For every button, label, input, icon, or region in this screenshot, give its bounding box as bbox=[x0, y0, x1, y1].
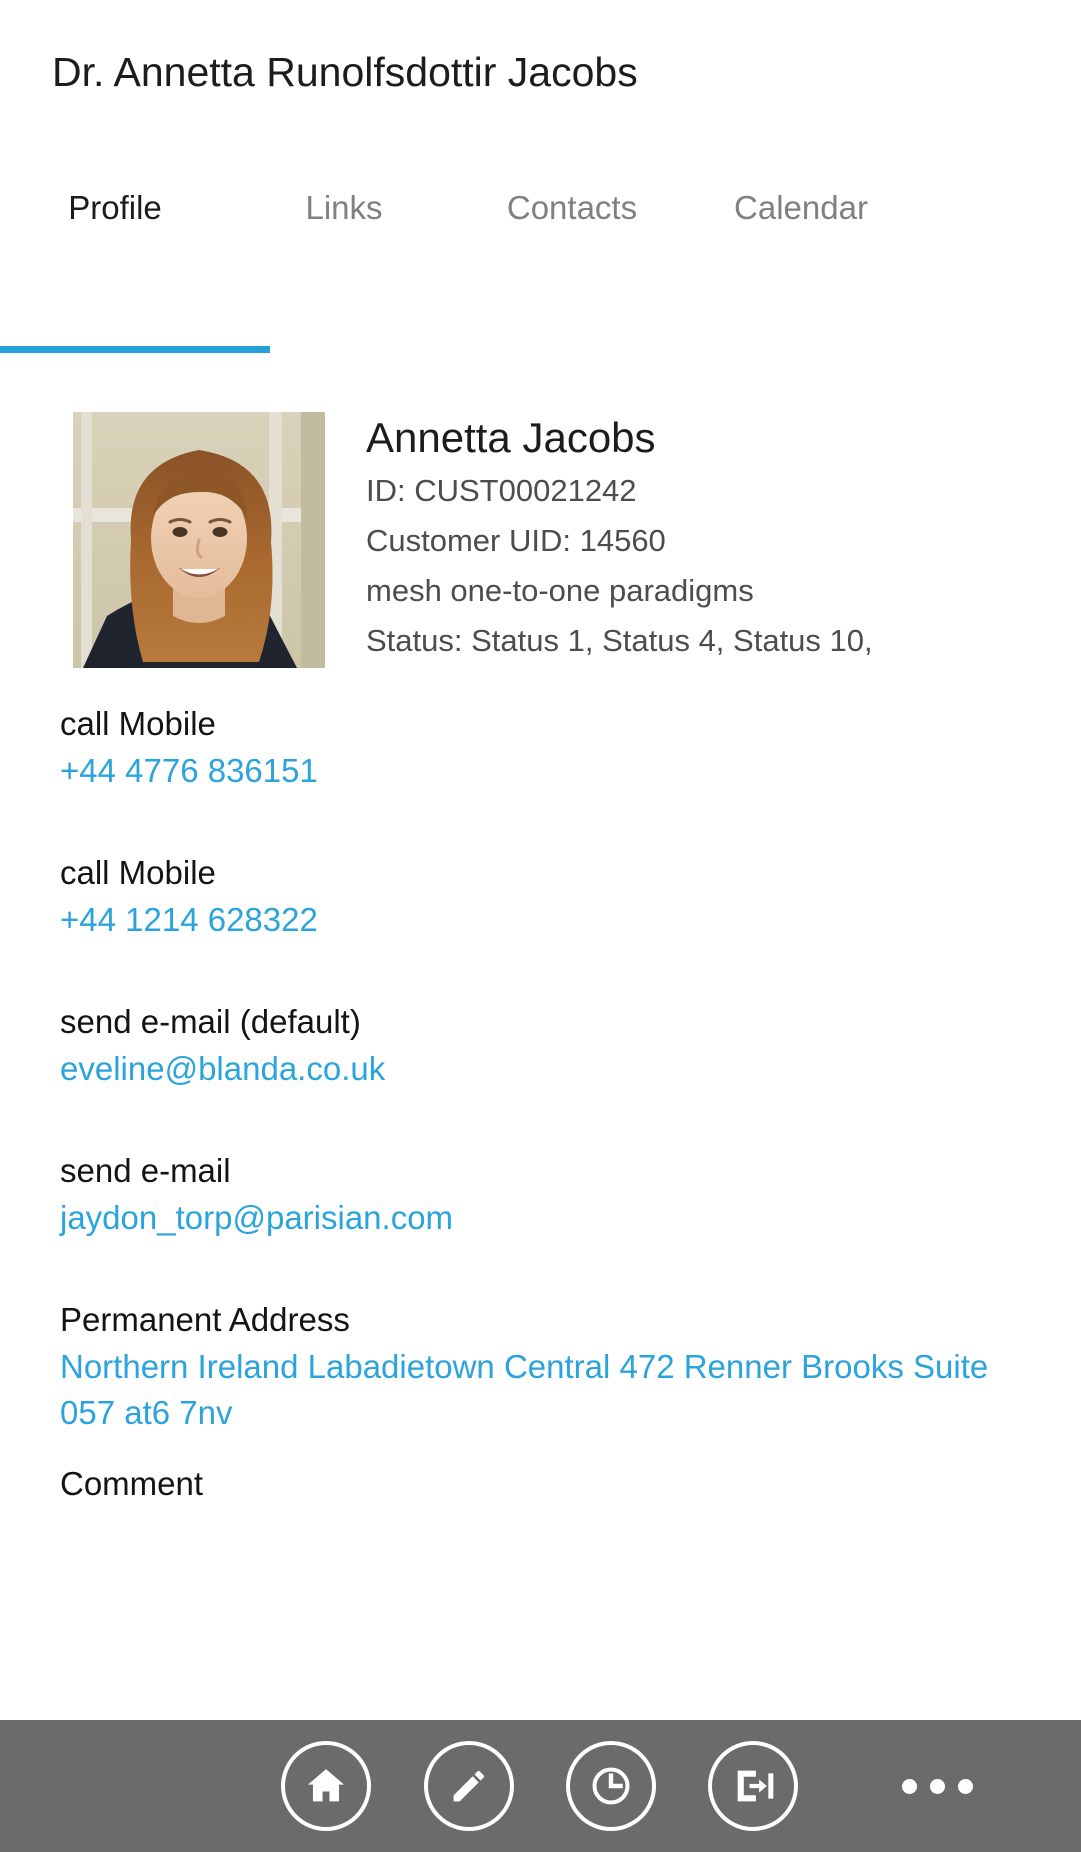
field-label: send e-mail bbox=[60, 1152, 231, 1189]
dot-icon bbox=[902, 1778, 917, 1794]
tab-bar: Profile Links Contacts Calendar bbox=[0, 178, 1081, 354]
field-label: Comment bbox=[60, 1465, 204, 1502]
profile-status: Status: Status 1, Status 4, Status 10, bbox=[366, 623, 873, 658]
profile-screen: Dr. Annetta Runolfsdottir Jacobs Profile… bbox=[0, 0, 1081, 1852]
phone-link-1[interactable]: +44 4776 836151 bbox=[60, 748, 1060, 794]
check-in-button[interactable] bbox=[708, 1741, 798, 1831]
bottom-toolbar bbox=[0, 1720, 1081, 1852]
clock-icon bbox=[588, 1763, 634, 1809]
profile-name: Annetta Jacobs bbox=[366, 414, 656, 461]
home-icon bbox=[303, 1763, 349, 1809]
profile-summary: Annetta Jacobs ID: CUST00021242 Customer… bbox=[0, 410, 1081, 672]
avatar bbox=[73, 412, 325, 668]
email-link-1[interactable]: eveline@blanda.co.uk bbox=[60, 1046, 1060, 1092]
history-button[interactable] bbox=[566, 1741, 656, 1831]
tab-contacts[interactable]: Contacts bbox=[458, 178, 686, 238]
field-label: send e-mail (default) bbox=[60, 1003, 361, 1040]
tab-profile[interactable]: Profile bbox=[0, 178, 230, 238]
page-title: Dr. Annetta Runolfsdottir Jacobs bbox=[52, 49, 638, 95]
field-call-mobile-1: call Mobile +44 4776 836151 bbox=[60, 700, 1060, 794]
field-email-default: send e-mail (default) eveline@blanda.co.… bbox=[60, 998, 1060, 1092]
profile-customer-uid: Customer UID: 14560 bbox=[366, 523, 666, 558]
edit-button[interactable] bbox=[424, 1741, 514, 1831]
field-call-mobile-2: call Mobile +44 1214 628322 bbox=[60, 849, 1060, 943]
tab-links[interactable]: Links bbox=[230, 178, 458, 238]
check-in-icon bbox=[730, 1763, 776, 1809]
home-button[interactable] bbox=[281, 1741, 371, 1831]
active-tab-indicator bbox=[0, 346, 270, 353]
dot-icon bbox=[930, 1778, 945, 1794]
phone-link-2[interactable]: +44 1214 628322 bbox=[60, 897, 1060, 943]
field-label: call Mobile bbox=[60, 854, 216, 891]
address-link[interactable]: Northern Ireland Labadietown Central 472… bbox=[60, 1344, 1000, 1436]
profile-id: ID: CUST00021242 bbox=[366, 473, 637, 508]
dot-icon bbox=[958, 1778, 973, 1794]
profile-text-block: Annetta Jacobs ID: CUST00021242 Customer… bbox=[366, 410, 1081, 672]
email-link-2[interactable]: jaydon_torp@parisian.com bbox=[60, 1195, 1060, 1241]
profile-tagline: mesh one-to-one paradigms bbox=[366, 573, 754, 608]
field-email-secondary: send e-mail jaydon_torp@parisian.com bbox=[60, 1147, 1060, 1241]
field-label: Permanent Address bbox=[60, 1301, 350, 1338]
field-comment: Comment bbox=[60, 1460, 1060, 1508]
more-options-button[interactable] bbox=[902, 1773, 992, 1799]
pencil-icon bbox=[447, 1764, 491, 1808]
field-permanent-address: Permanent Address Northern Ireland Labad… bbox=[60, 1296, 1060, 1436]
field-label: call Mobile bbox=[60, 705, 216, 742]
tab-calendar[interactable]: Calendar bbox=[686, 178, 916, 238]
